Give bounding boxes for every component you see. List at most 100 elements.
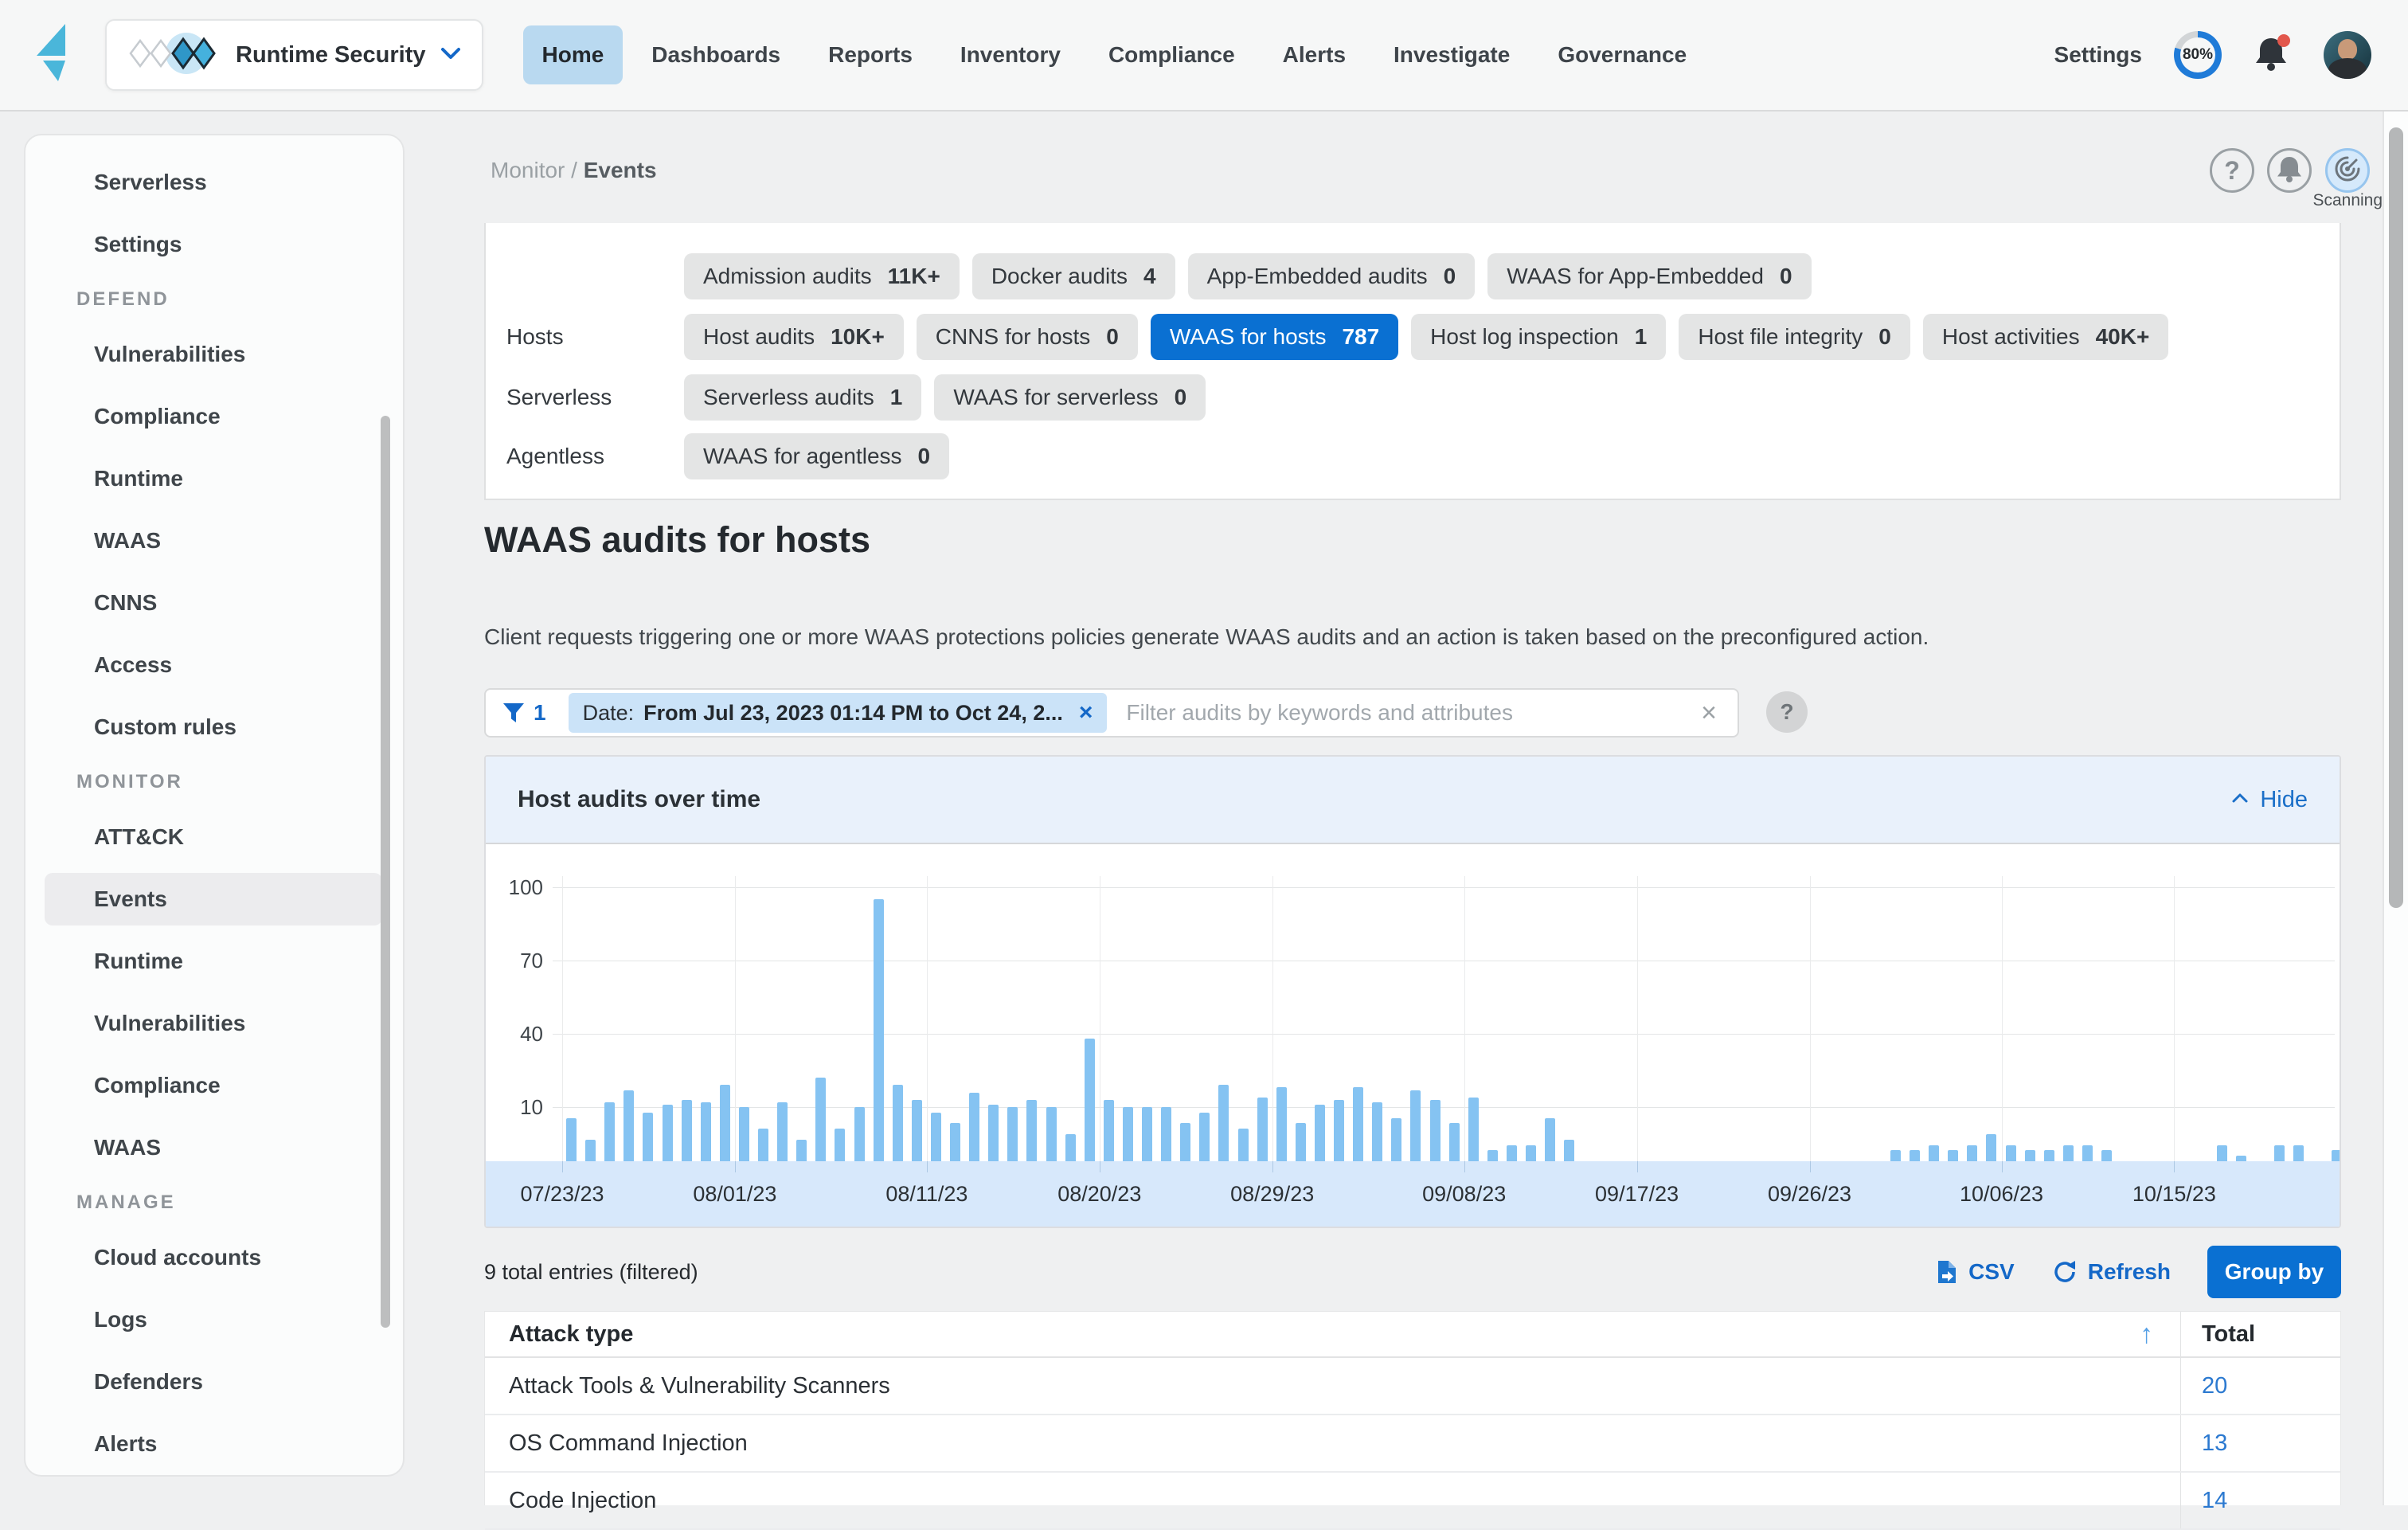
column-attack-type[interactable]: Attack type: [485, 1321, 2340, 1348]
chip-host-file-integrity[interactable]: Host file integrity 0: [1679, 314, 1910, 360]
audit-bar[interactable]: [777, 1102, 788, 1161]
audit-bar[interactable]: [969, 1093, 979, 1161]
audit-bar[interactable]: [1276, 1087, 1287, 1161]
audit-bar[interactable]: [1929, 1145, 1939, 1161]
audit-bar[interactable]: [663, 1105, 673, 1161]
audit-bar[interactable]: [1391, 1118, 1401, 1161]
audit-bar[interactable]: [1199, 1113, 1210, 1161]
total-link[interactable]: 13: [2202, 1430, 2227, 1457]
audit-bar[interactable]: [1507, 1145, 1517, 1161]
audit-bar[interactable]: [1910, 1150, 1920, 1161]
audit-bar[interactable]: [1142, 1107, 1152, 1161]
date-range-chip[interactable]: Date: From Jul 23, 2023 01:14 PM to Oct …: [569, 693, 1108, 733]
breadcrumb-section[interactable]: Monitor: [491, 158, 565, 182]
total-link[interactable]: 20: [2202, 1373, 2227, 1399]
audit-bar[interactable]: [758, 1129, 768, 1161]
audit-bar[interactable]: [701, 1102, 711, 1161]
audit-bar[interactable]: [931, 1113, 941, 1161]
sort-ascending-icon[interactable]: ↑: [2140, 1319, 2153, 1350]
audit-bar[interactable]: [874, 899, 884, 1161]
audit-bar[interactable]: [682, 1100, 692, 1161]
chip-waas-for-app-embedded[interactable]: WAAS for App-Embedded 0: [1487, 253, 1811, 299]
funnel-filter-icon[interactable]: [502, 701, 526, 725]
audit-bar[interactable]: [1218, 1085, 1229, 1161]
audit-bar[interactable]: [950, 1123, 960, 1161]
clear-filters-icon[interactable]: ×: [1701, 698, 1717, 729]
audit-bar[interactable]: [2236, 1156, 2246, 1161]
audit-bar[interactable]: [624, 1090, 634, 1161]
audit-bar[interactable]: [1890, 1150, 1901, 1161]
audit-bar[interactable]: [1085, 1039, 1095, 1161]
audit-bar[interactable]: [835, 1129, 845, 1161]
audit-bar[interactable]: [1353, 1087, 1363, 1161]
audit-bar[interactable]: [1526, 1145, 1536, 1161]
product-switcher[interactable]: Runtime Security: [105, 19, 483, 91]
sidebar-item-waas-monitor[interactable]: WAAS: [25, 1117, 403, 1179]
sidebar-item-defenders[interactable]: Defenders: [25, 1351, 403, 1413]
audit-bar[interactable]: [2217, 1145, 2227, 1161]
sidebar-item-cnns[interactable]: CNNS: [25, 572, 403, 634]
audit-bar[interactable]: [1948, 1150, 1958, 1161]
chip-app-embedded-audits[interactable]: App-Embedded audits 0: [1188, 253, 1476, 299]
audit-bar[interactable]: [2274, 1145, 2285, 1161]
sidebar-item-serverless[interactable]: Serverless: [25, 151, 403, 213]
nav-tab-dashboards[interactable]: Dashboards: [632, 25, 799, 84]
audit-bar[interactable]: [1410, 1090, 1421, 1161]
export-csv-button[interactable]: CSV: [1935, 1259, 2015, 1285]
audit-bar[interactable]: [1026, 1100, 1037, 1161]
audit-bar[interactable]: [2063, 1145, 2074, 1161]
chip-host-activities[interactable]: Host activities 40K+: [1923, 314, 2168, 360]
audit-bar[interactable]: [1468, 1098, 1479, 1161]
table-row[interactable]: Attack Tools & Vulnerability Scanners 20: [485, 1358, 2340, 1415]
sidebar-item-vulnerabilities-monitor[interactable]: Vulnerabilities: [25, 992, 403, 1055]
chart-x-axis-strip[interactable]: 07/23/2308/01/2308/11/2308/20/2308/29/23…: [486, 1161, 2340, 1227]
audit-bar[interactable]: [2006, 1145, 2016, 1161]
audit-bar[interactable]: [2025, 1150, 2035, 1161]
audit-bar[interactable]: [1007, 1107, 1018, 1161]
nav-tab-compliance[interactable]: Compliance: [1089, 25, 1254, 84]
audit-bar[interactable]: [1545, 1118, 1555, 1161]
sidebar-item-cloud-accounts[interactable]: Cloud accounts: [25, 1227, 403, 1289]
table-row[interactable]: OS Command Injection 13: [485, 1415, 2340, 1473]
audit-bar[interactable]: [2293, 1145, 2304, 1161]
filter-help-button[interactable]: ?: [1766, 691, 1808, 733]
audit-bar[interactable]: [1315, 1105, 1325, 1161]
audit-bar[interactable]: [585, 1140, 596, 1161]
chip-admission-audits[interactable]: Admission audits 11K+: [684, 253, 960, 299]
page-scrollbar-thumb[interactable]: [2389, 127, 2403, 908]
audit-bar[interactable]: [1487, 1150, 1498, 1161]
sidebar-item-events[interactable]: Events: [25, 868, 403, 930]
column-total[interactable]: Total: [2202, 1321, 2255, 1348]
audit-bar[interactable]: [1046, 1107, 1057, 1161]
audit-bar[interactable]: [1296, 1123, 1306, 1161]
sidebar-item-logs[interactable]: Logs: [25, 1289, 403, 1351]
chip-serverless-audits[interactable]: Serverless audits 1: [684, 374, 921, 421]
nav-tab-reports[interactable]: Reports: [809, 25, 932, 84]
hide-chart-button[interactable]: Hide: [2231, 787, 2308, 813]
audit-bar[interactable]: [988, 1105, 999, 1161]
audit-bar[interactable]: [566, 1118, 577, 1161]
sidebar-item-settings[interactable]: Settings: [25, 213, 403, 276]
audit-bar[interactable]: [720, 1085, 730, 1161]
audit-bar[interactable]: [2044, 1150, 2054, 1161]
filter-input[interactable]: Filter audits by keywords and attributes: [1126, 700, 1701, 726]
chip-cnns-for-hosts[interactable]: CNNS for hosts 0: [917, 314, 1138, 360]
audit-bar[interactable]: [815, 1078, 826, 1161]
audit-bar[interactable]: [1257, 1098, 1268, 1161]
audit-bar[interactable]: [1564, 1140, 1574, 1161]
page-scrollbar-track[interactable]: [2383, 112, 2408, 1505]
nav-tab-inventory[interactable]: Inventory: [941, 25, 1080, 84]
user-avatar[interactable]: [2324, 31, 2371, 79]
audit-bar[interactable]: [912, 1100, 922, 1161]
chip-docker-audits[interactable]: Docker audits 4: [972, 253, 1175, 299]
nav-tab-investigate[interactable]: Investigate: [1374, 25, 1529, 84]
sidebar-item-access[interactable]: Access: [25, 634, 403, 696]
credits-progress-ring[interactable]: 80%: [2174, 31, 2222, 79]
audit-bar[interactable]: [893, 1085, 903, 1161]
audit-bar[interactable]: [1238, 1129, 1249, 1161]
audit-bar[interactable]: [1430, 1100, 1440, 1161]
settings-link[interactable]: Settings: [2054, 42, 2142, 68]
chip-host-log-inspection[interactable]: Host log inspection 1: [1411, 314, 1666, 360]
audit-bar[interactable]: [1065, 1134, 1076, 1161]
audit-bar[interactable]: [1967, 1145, 1977, 1161]
